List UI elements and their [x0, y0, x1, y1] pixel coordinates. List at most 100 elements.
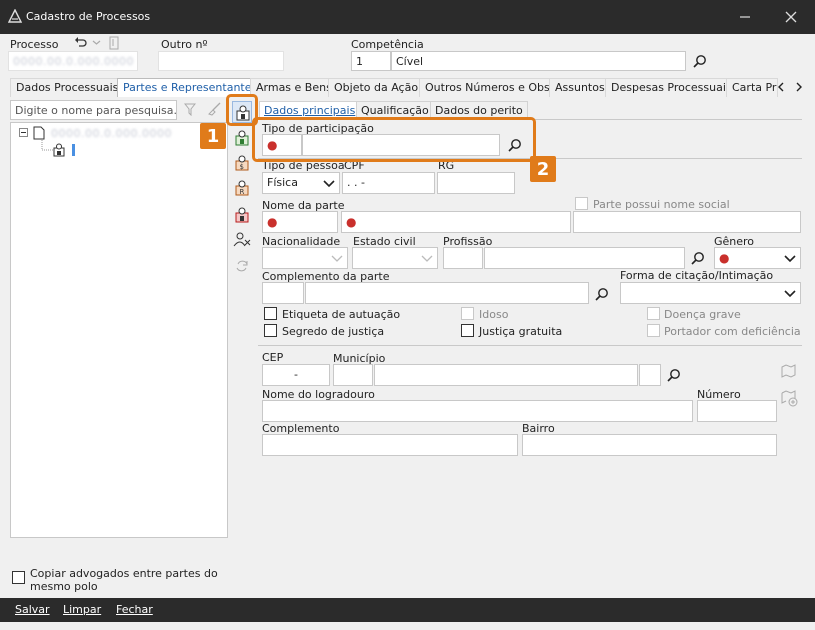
address-separator [258, 345, 802, 346]
tree-selected-child[interactable] [72, 144, 75, 156]
tab-despesas[interactable]: Despesas Processuais [605, 78, 738, 97]
party-tree: 0000.00.0.000.0000 [10, 122, 228, 538]
copy-lawyers-checkbox[interactable] [12, 571, 25, 584]
tab-outros-numeros[interactable]: Outros Números e Obs. [419, 78, 560, 97]
rg-field[interactable] [437, 172, 515, 194]
search-icon[interactable] [595, 287, 609, 301]
person-lawyer-icon[interactable] [235, 130, 249, 146]
idoso-checkbox[interactable] [461, 307, 474, 320]
nacionalidade-select[interactable] [262, 247, 348, 269]
required-mark: ● [346, 215, 357, 229]
portador-checkbox[interactable] [647, 324, 660, 337]
close-form-button[interactable]: Fechar [116, 603, 153, 616]
tab-assuntos[interactable]: Assuntos [549, 78, 611, 97]
undo-icon[interactable] [74, 37, 87, 49]
chevron-down-icon [421, 255, 433, 262]
outro-field[interactable] [158, 51, 284, 71]
close-icon [785, 11, 797, 23]
idoso-label: Idoso [479, 308, 509, 321]
doenca-grave-checkbox[interactable] [647, 307, 660, 320]
minimize-button[interactable] [734, 6, 756, 28]
copy-lawyers-label: Copiar advogados entre partes do mesmo p… [30, 567, 218, 593]
doenca-grave-label: Doença grave [664, 308, 741, 321]
outro-label: Outro nº [161, 38, 208, 51]
tipo-pessoa-value: Física [267, 176, 298, 189]
municipio-uf[interactable] [639, 364, 661, 386]
genero-select[interactable]: ● [714, 247, 801, 269]
complemento-parte-field[interactable] [305, 282, 589, 304]
cpf-field[interactable]: . . - [342, 172, 435, 194]
tab-objeto-acao[interactable]: Objeto da Ação [328, 78, 425, 97]
numero-field[interactable] [697, 400, 777, 422]
chevron-down-icon [331, 255, 343, 262]
person-r-icon[interactable]: R [235, 180, 249, 196]
attach-icon[interactable] [108, 36, 120, 50]
nome-parte-field[interactable]: ● [341, 211, 571, 233]
map-add-icon[interactable] [781, 390, 798, 407]
clear-button[interactable]: Limpar [63, 603, 101, 616]
close-button[interactable] [780, 6, 802, 28]
processo-value: 0000.00.0.000.0000 [13, 55, 134, 68]
processo-field[interactable]: 0000.00.0.000.0000 [8, 51, 138, 71]
bairro-field[interactable] [522, 434, 777, 456]
etiqueta-label: Etiqueta de autuação [282, 308, 401, 321]
logradouro-field[interactable] [262, 400, 693, 422]
person-remove-icon[interactable] [233, 232, 251, 248]
swap-icon[interactable] [235, 258, 249, 274]
tab-armas-bens[interactable]: Armas e Bens [250, 78, 338, 97]
competencia-value-field[interactable]: Cível [391, 51, 686, 71]
title-bar: Cadastro de Processos [0, 0, 815, 34]
search-icon[interactable] [691, 251, 705, 265]
profissao-field[interactable] [484, 247, 685, 269]
tab-dados-processuais[interactable]: Dados Processuais [10, 78, 125, 97]
tipo-pessoa-select[interactable]: Física [262, 172, 340, 194]
tree-collapse-icon[interactable] [19, 128, 29, 138]
save-button[interactable]: Salvar [15, 603, 50, 616]
chevron-left-icon[interactable] [777, 82, 785, 92]
footer-bar: Salvar Limpar Fechar [0, 598, 815, 622]
minimize-icon [740, 16, 750, 18]
forma-citacao-select[interactable] [620, 282, 801, 304]
svg-text:$: $ [240, 163, 244, 171]
competencia-code-field[interactable]: 1 [351, 51, 391, 71]
tree-root-label[interactable]: 0000.00.0.000.0000 [51, 127, 172, 140]
nome-parte-code[interactable]: ● [262, 211, 338, 233]
required-mark: ● [267, 215, 278, 229]
required-mark: ● [719, 251, 730, 265]
app-icon [8, 9, 22, 23]
etiqueta-checkbox[interactable] [264, 307, 277, 320]
complemento-parte-code[interactable] [262, 282, 304, 304]
person-node-icon[interactable] [53, 143, 65, 157]
complemento-field[interactable] [262, 434, 518, 456]
search-icon[interactable] [693, 54, 707, 68]
cep-label: CEP [262, 351, 284, 364]
filter-icon[interactable] [184, 103, 196, 116]
municipio-field[interactable] [374, 364, 638, 386]
broom-icon[interactable] [207, 102, 221, 116]
document-icon [33, 126, 45, 140]
portador-label: Portador com deficiência [664, 325, 801, 338]
map-search-icon[interactable] [781, 364, 797, 378]
chevron-down-icon [784, 255, 796, 263]
callout-badge-2: 2 [530, 156, 556, 182]
chevron-down-icon [323, 180, 335, 188]
municipio-code[interactable] [333, 364, 373, 386]
person-dollar-icon[interactable]: $ [235, 155, 249, 171]
party-search-input[interactable]: Digite o nome para pesquisa... [10, 100, 177, 120]
tab-carta[interactable]: Carta Pr [726, 78, 778, 97]
nome-social-field[interactable] [573, 211, 801, 233]
justica-gratuita-checkbox[interactable] [461, 324, 474, 337]
search-icon[interactable] [667, 368, 681, 382]
chevron-down-icon[interactable] [92, 38, 101, 47]
estado-civil-select[interactable] [352, 247, 438, 269]
nome-social-checkbox[interactable] [575, 197, 588, 210]
segredo-label: Segredo de justiça [282, 325, 385, 338]
svg-text:R: R [240, 188, 245, 196]
person-lock-icon[interactable] [235, 207, 249, 223]
chevron-right-icon[interactable] [795, 82, 803, 92]
callout-badge-1: 1 [200, 123, 226, 149]
profissao-code[interactable] [443, 247, 483, 269]
justica-gratuita-label: Justiça gratuita [479, 325, 563, 338]
cep-field[interactable]: - [262, 364, 330, 386]
segredo-checkbox[interactable] [264, 324, 277, 337]
